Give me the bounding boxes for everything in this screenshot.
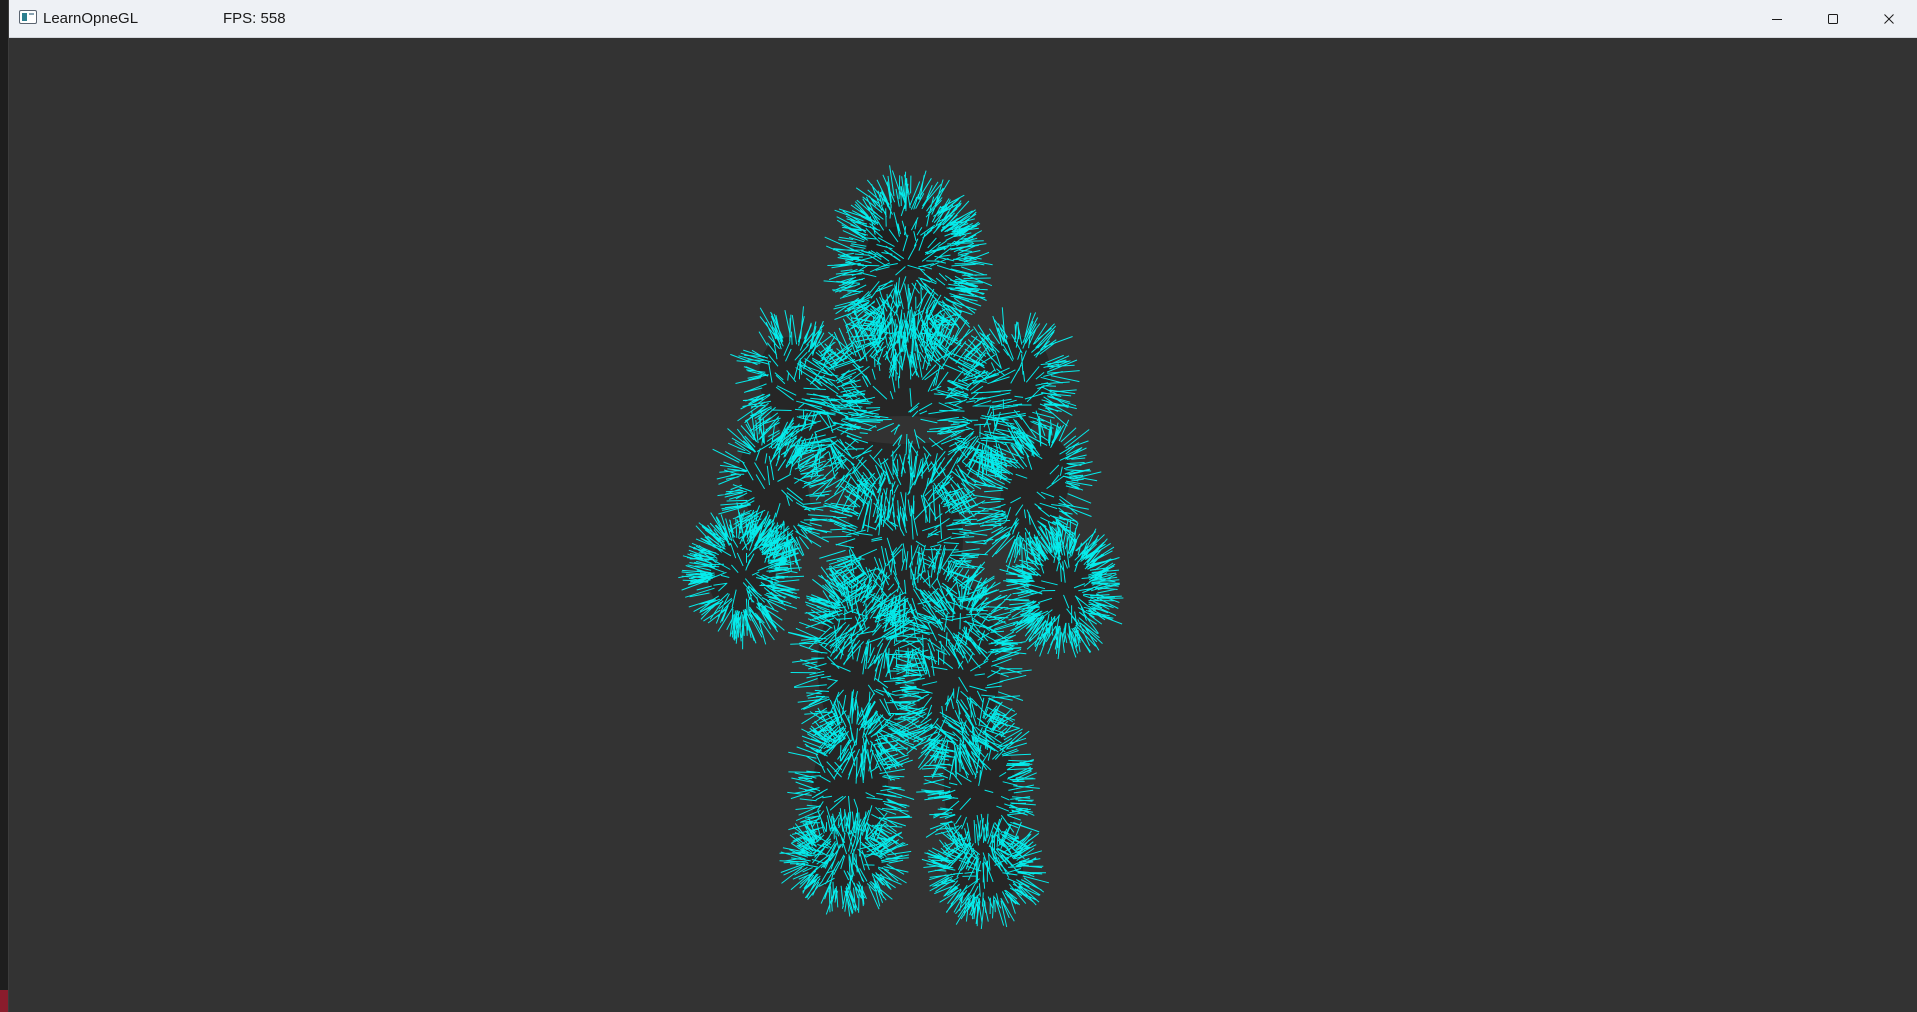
window-controls — [1749, 0, 1917, 37]
close-button[interactable] — [1861, 0, 1917, 37]
app-window-icon[interactable] — [19, 10, 37, 24]
minimize-icon — [1772, 18, 1782, 20]
title-bar[interactable]: LearnOpneGL FPS: 558 — [9, 0, 1917, 38]
opengl-viewport[interactable] — [9, 38, 1917, 1012]
minimize-button[interactable] — [1749, 0, 1805, 37]
fps-counter: FPS: 558 — [223, 10, 286, 27]
nanosuit-model-with-normals — [678, 165, 1124, 930]
maximize-icon — [1828, 13, 1838, 24]
desktop-edge — [0, 0, 9, 1012]
taskbar-app-sliver[interactable] — [0, 990, 9, 1012]
app-window: LearnOpneGL FPS: 558 — [9, 0, 1917, 1012]
window-title: LearnOpneGL — [43, 10, 139, 27]
maximize-button[interactable] — [1805, 0, 1861, 37]
close-icon — [1884, 13, 1894, 24]
